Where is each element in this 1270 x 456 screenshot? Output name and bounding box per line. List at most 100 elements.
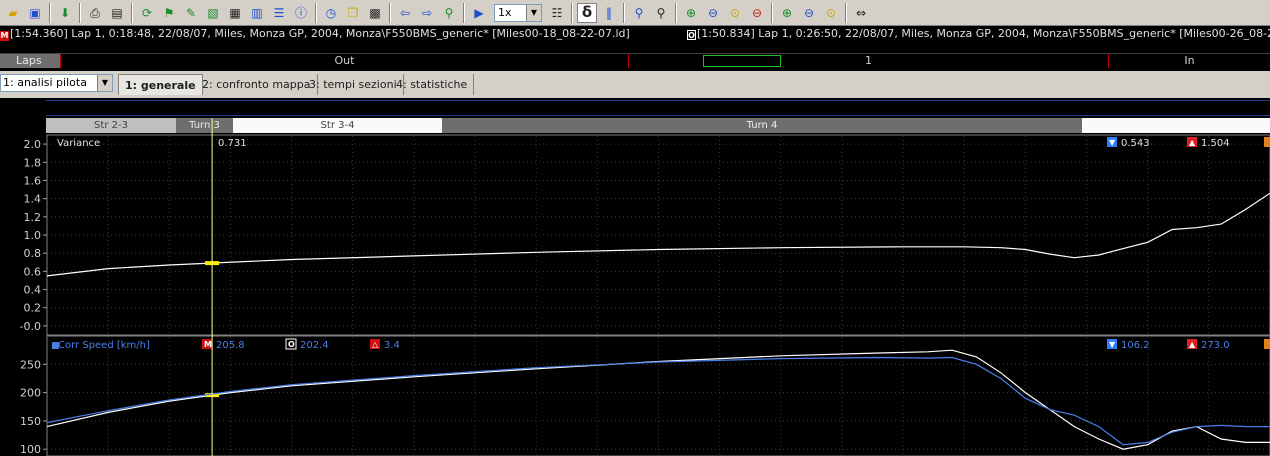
variance-tick-label: -0.0 (20, 320, 41, 333)
toolbar-separator (315, 2, 317, 23)
zoom-in-plus-icon[interactable]: ⊕ (777, 3, 797, 23)
variance-tick-label: 1.4 (24, 193, 42, 206)
delta-marker-glyph: △ (372, 340, 379, 349)
pause-icon[interactable]: ‖ (599, 3, 619, 23)
variance-max-value: 1.504 (1201, 138, 1230, 149)
variance-min-value: 0.543 (1121, 138, 1150, 149)
chevron-down-icon[interactable]: ▼ (526, 4, 541, 21)
speed-o-value: 202.4 (300, 340, 329, 351)
speed-delta-value: 3.4 (384, 340, 400, 351)
toolbar-separator (49, 2, 51, 23)
variance-y-axis: 2.0 1.8 1.6 1.4 1.2 1.0 0.8 0.6 0.4 0.2 -0.0 (20, 138, 47, 333)
variance-tick-label: 1.6 (24, 174, 42, 187)
min-marker-glyph: ▼ (1109, 340, 1116, 349)
variance-tick-label: 1.2 (24, 211, 42, 224)
tab-statistiche[interactable]: 4: statistiche (390, 74, 475, 95)
toolbar-separator (571, 2, 573, 23)
variance-chart[interactable]: 2.0 1.8 1.6 1.4 1.2 1.0 0.8 0.6 0.4 0.2 -0.0 Varia… (20, 134, 1270, 336)
lap-b-info: O [1:50.834] Lap 1, 0:26:50, 22/08/07, Mi… (687, 26, 1270, 42)
marker-m-glyph: M (204, 340, 212, 349)
delta-toggle-button[interactable]: δ (577, 2, 597, 23)
graph-area[interactable]: Str 2-3 Turn 3 Str 3-4 Turn 4 2.0 1.8 1.6 1… (0, 98, 1270, 456)
zoom-in-icon[interactable]: ⊕ (681, 3, 701, 23)
variance-tick-label: 2.0 (24, 138, 42, 151)
sync-cursor-icon[interactable]: ⇔ (851, 3, 871, 23)
variance-tick-label: 0.8 (24, 247, 42, 260)
laps-label: Laps (0, 54, 60, 68)
chevron-down-icon[interactable]: ▼ (97, 75, 112, 91)
lap-segment-in[interactable]: In (1108, 54, 1270, 68)
toolbar-separator (845, 2, 847, 23)
play-icon[interactable]: ▶ (469, 3, 489, 23)
tab-generale[interactable]: 1: generale (118, 74, 203, 95)
toolbar-separator (463, 2, 465, 23)
toolbar-separator (79, 2, 81, 23)
forward-arrow-icon[interactable]: ⇨ (417, 3, 437, 23)
lap-range-selector[interactable] (703, 55, 781, 67)
toolbar-separator (623, 2, 625, 23)
windows-icon[interactable]: ❐ (343, 3, 363, 23)
toolbar-separator (771, 2, 773, 23)
extra-marker-icon (1264, 137, 1270, 147)
toolbar: ▰ ▣ ⬇ ⎙ ▤ ⟳ ⚑ ✎ ▧ ▦ ▥ ☰ ⓘ ◷ ❐ ▩ ⇦ ⇨ ⚲ ▶ … (0, 0, 1270, 26)
speed-channel-label: Corr Speed [km/h] (58, 340, 150, 351)
magnify-dark-icon[interactable]: ⚲ (651, 3, 671, 23)
tab-tempi-sezioni[interactable]: 3: tempi sezioni (303, 74, 404, 95)
film-icon[interactable]: ▦ (225, 3, 245, 23)
grid-icon[interactable]: ▩ (365, 3, 385, 23)
speed-max-value: 273.0 (1201, 340, 1230, 351)
zoom-red-icon[interactable]: ⊖ (747, 3, 767, 23)
marker-icon[interactable]: ⚲ (439, 3, 459, 23)
speed-min-value: 106.2 (1121, 340, 1150, 351)
edit-icon[interactable]: ✎ (181, 3, 201, 23)
zoom-out-icon[interactable]: ⊖ (703, 3, 723, 23)
lap-a-text: [1:54.360] Lap 1, 0:18:48, 22/08/07, Mil… (10, 27, 630, 40)
variance-cursor-value: 0.731 (218, 138, 247, 149)
speed-tick-label: 150 (20, 415, 41, 428)
magnify-icon[interactable]: ⚲ (629, 3, 649, 23)
tab-confronto-mappa[interactable]: 2: confronto mappa (196, 74, 318, 95)
variance-tick-label: 0.4 (24, 284, 42, 297)
telemetry-charts[interactable]: 2.0 1.8 1.6 1.4 1.2 1.0 0.8 0.6 0.4 0.2 -0.0 Varia… (0, 98, 1270, 456)
save-icon[interactable]: ▣ (25, 3, 45, 23)
variance-tick-label: 0.6 (24, 265, 42, 278)
toolbar-separator (389, 2, 391, 23)
playback-speed-select[interactable]: 1x ▼ (494, 3, 542, 22)
print-preview-icon[interactable]: ▤ (107, 3, 127, 23)
extra-marker-icon (1264, 339, 1270, 349)
clock-icon[interactable]: ◷ (321, 3, 341, 23)
open-folder-icon[interactable]: ▰ (3, 3, 23, 23)
calculator-icon[interactable]: ▥ (247, 3, 267, 23)
worksheet-tabs-row: 1: analisi pilota ▼ 1: generale 2: confr… (0, 71, 1270, 98)
back-arrow-icon[interactable]: ⇦ (395, 3, 415, 23)
refresh-icon[interactable]: ⟳ (137, 3, 157, 23)
variance-tick-label: 1.0 (24, 229, 42, 242)
zoom-fit-icon[interactable]: ⊙ (821, 3, 841, 23)
min-marker-glyph: ▼ (1109, 138, 1116, 147)
laps-bar[interactable]: Laps Out 1 In (0, 53, 1270, 68)
download-arrow-icon[interactable]: ⬇ (55, 3, 75, 23)
playback-speed-value: 1x (498, 6, 512, 19)
zoom-yellow-icon[interactable]: ⊙ (725, 3, 745, 23)
variance-tick-label: 1.8 (24, 156, 42, 169)
marker-o-glyph: O (288, 340, 295, 349)
speed-tick-label: 200 (20, 387, 41, 400)
toolbar-separator (675, 2, 677, 23)
workbook-select-value: 1: analisi pilota (3, 76, 87, 89)
speed-chart[interactable]: 250200150100 ■ Corr Speed [km/h] M 205.8… (20, 335, 1270, 456)
lap-segment-1[interactable]: 1 (628, 54, 1108, 68)
zoom-out-minus-icon[interactable]: ⊖ (799, 3, 819, 23)
list-icon[interactable]: ☰ (269, 3, 289, 23)
properties-icon[interactable]: ☷ (547, 3, 567, 23)
lap-segment-out[interactable]: Out (60, 54, 628, 68)
export-icon[interactable]: ▧ (203, 3, 223, 23)
lap-a-marker: M (0, 31, 9, 41)
checkered-flag-icon[interactable]: ⚑ (159, 3, 179, 23)
info-icon[interactable]: ⓘ (291, 3, 311, 23)
variance-channel-label: Variance (57, 138, 100, 149)
lap-b-text: [1:50.834] Lap 1, 0:26:50, 22/08/07, Mil… (697, 27, 1270, 40)
speed-y-axis: 250 200 150 100 (20, 358, 47, 456)
print-icon[interactable]: ⎙ (85, 3, 105, 23)
workbook-select[interactable]: 1: analisi pilota ▼ (0, 74, 113, 92)
speed-m-value: 205.8 (216, 340, 245, 351)
